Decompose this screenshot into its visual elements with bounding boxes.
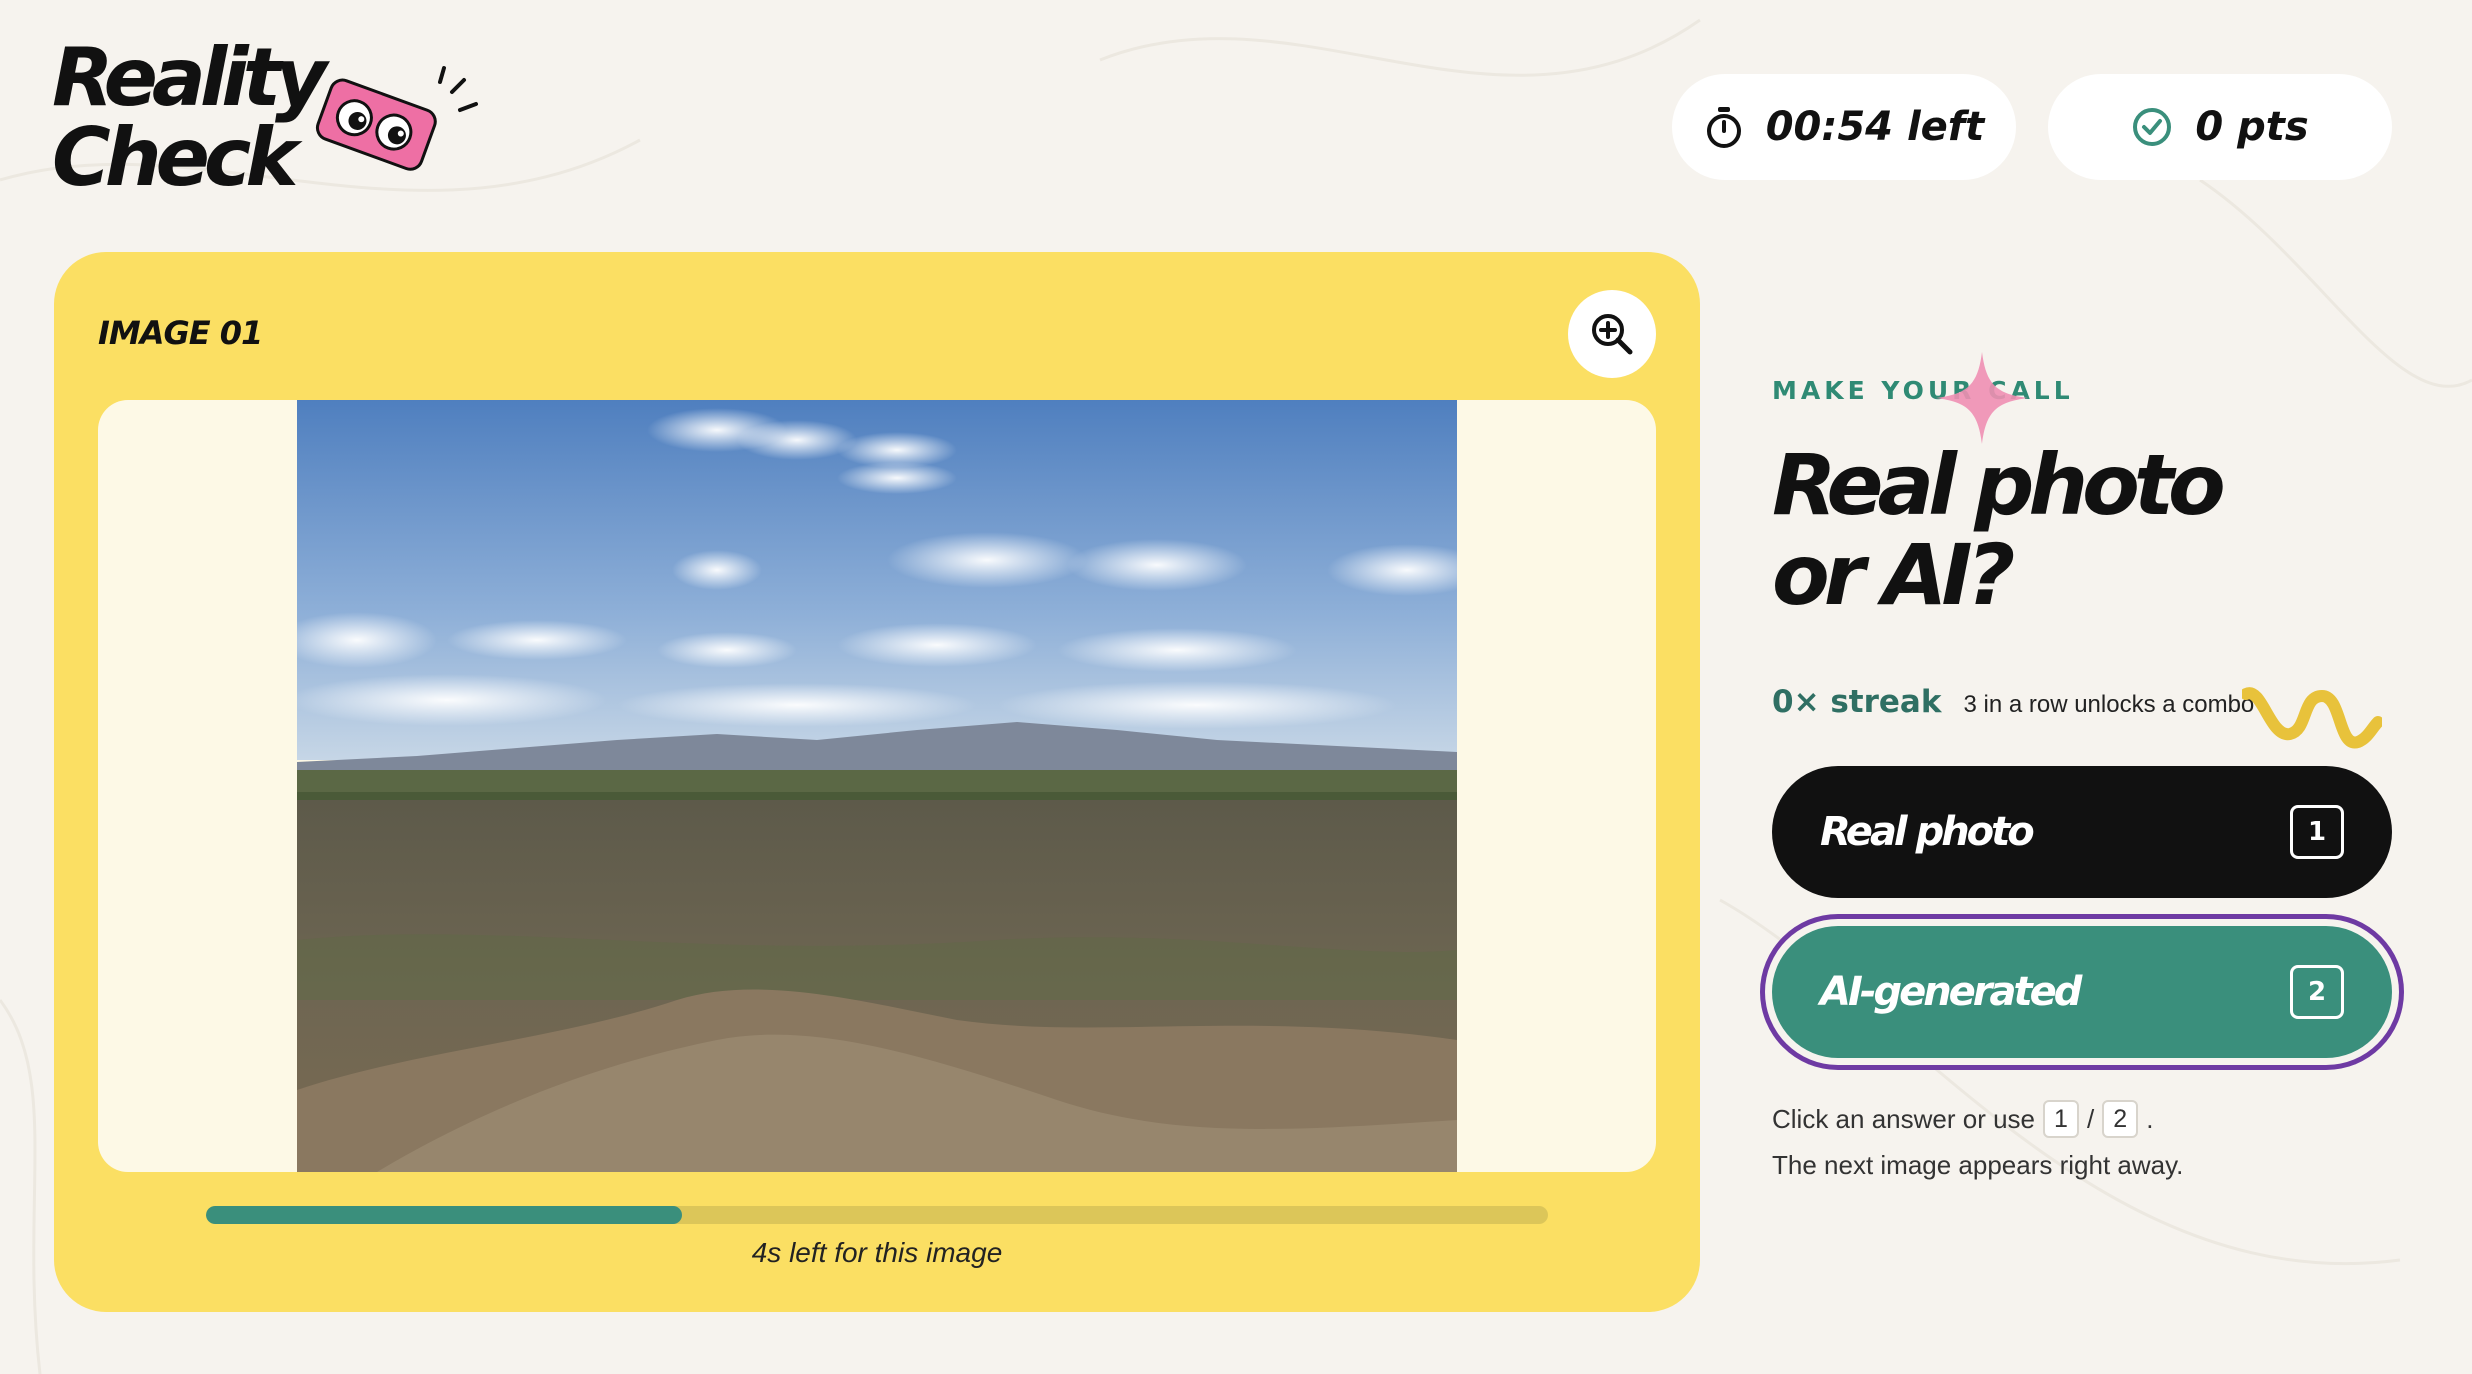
logo-line-1: Reality — [52, 31, 327, 124]
challenge-photo[interactable] — [297, 400, 1457, 1172]
help-key-1: 1 — [2043, 1100, 2079, 1138]
ai-generated-button[interactable]: AI-generated 2 — [1772, 926, 2392, 1058]
image-number-label: IMAGE 01 — [98, 314, 263, 352]
help-key-2: 2 — [2102, 1100, 2139, 1138]
logo-line-2: Check — [52, 111, 299, 204]
headline-line-1: Real photo — [1772, 436, 2226, 534]
streak-hint: 3 in a row unlocks a combo — [1963, 691, 2255, 718]
time-progress-fill — [206, 1206, 683, 1224]
stopwatch-icon — [1706, 107, 1741, 148]
zoom-in-icon — [1592, 314, 1633, 355]
squiggle-decoration-icon — [2242, 687, 2382, 749]
landscape-photo-image — [297, 400, 1457, 1172]
time-left-text: 4s left for this image — [751, 1237, 1003, 1268]
time-progress-bar — [206, 1206, 1548, 1224]
real-photo-button[interactable]: Real photo 1 — [1772, 766, 2392, 898]
headline-line-2: or AI? — [1772, 526, 2015, 624]
help-text: Click an answer or use 1 / 2 . — [1772, 1100, 2153, 1138]
logo-wordmark: Reality Check — [52, 31, 327, 204]
help-text-after: . — [2146, 1103, 2154, 1134]
real-photo-label: Real photo — [1820, 809, 2035, 855]
shortcut-key-2: 2 — [2290, 965, 2344, 1019]
ai-generated-label: AI-generated — [1820, 969, 2082, 1015]
streak-row: 0× streak 3 in a row unlocks a combo — [1772, 684, 2254, 720]
image-card: IMAGE 01 4s left for this image — [54, 252, 1700, 1312]
help-text-before: Click an answer or use — [1772, 1103, 2035, 1134]
help-separator: / — [2087, 1103, 2095, 1134]
mascot-eyes-icon — [315, 66, 478, 171]
help-text-line-2: The next image appears right away. — [1772, 1150, 2184, 1180]
shortcut-key-1: 1 — [2290, 805, 2344, 859]
zoom-button[interactable] — [1568, 290, 1656, 378]
answer-panel: MAKE YOUR CALL Real photo or AI? 0× stre… — [1772, 0, 2432, 1374]
app-logo: Reality Check — [52, 31, 478, 208]
sparkle-icon — [1936, 352, 2028, 444]
image-frame — [98, 400, 1656, 1172]
page-title: Real photo or AI? — [1772, 436, 2226, 624]
streak-count: 0× streak — [1772, 684, 1942, 720]
